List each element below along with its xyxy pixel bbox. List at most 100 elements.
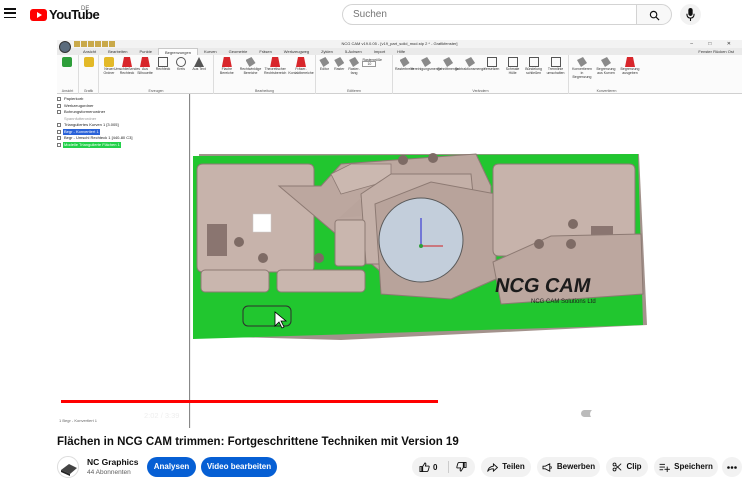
silhouette-icon [140,57,150,67]
ribbon-group-label: Erzeugen [148,89,164,93]
left-slot [207,224,227,256]
ribbon-tabs: Ansicht Bearbeiten Punkte Begrenzungen K… [57,48,742,55]
cutter-contact-button: Fräser-Kontaktbereiche [288,57,314,75]
play-icon[interactable] [70,409,81,421]
text-icon [194,57,204,67]
cam-application-window: NCG CAM v19.0.05 - [v19_part_solid_mod.s… [57,40,742,428]
megaphone-icon [542,462,552,472]
miniplayer-icon[interactable] [664,409,677,420]
video-title: Flächen in NCG CAM trimmen: Fortgeschrit… [57,436,459,448]
subtraction-icon [465,57,476,67]
like-count: 0 [433,463,438,472]
rectangle-icon [158,57,168,67]
edit-video-button[interactable]: Video bearbeiten [201,457,277,477]
ribbon-group-label: Verändern [472,89,489,93]
flat-areas-icon [221,57,232,67]
search-button[interactable] [636,4,672,25]
app-workspace: Papierkorb Werkzeugordner Bohrungsformen… [57,94,742,428]
thumbs-up-icon[interactable] [419,462,430,472]
theoretical-area-icon [270,57,281,67]
ribbon-tab-active: Begrenzungen [157,48,198,55]
menu-icon[interactable] [4,8,16,18]
analytics-button[interactable]: Analysen [147,457,196,477]
ncg-app-logo-icon [59,41,71,53]
toggle-separator-icon [550,57,561,67]
grid-icon [334,57,345,67]
view-cube-icon [62,57,72,67]
player-controls: 2:02 / 3:39 CC [57,404,742,428]
ribbon-group-modify: Rasterbreite Vereinigungsmenge Schnittme… [393,55,569,94]
clip-button[interactable]: Clip [606,457,648,477]
more-actions-button[interactable] [722,457,742,477]
ribbon-group-label: Bearbeitung [255,89,274,93]
progress-bar[interactable] [61,400,738,403]
channel-avatar[interactable] [57,456,79,478]
curves-icon [601,57,611,67]
grid-width-icon [399,57,410,67]
rectangular-areas-icon [245,57,256,67]
theater-mode-icon[interactable] [690,409,704,420]
bounding-rectangle-button: Umschließendes Rechteck [114,57,140,75]
ribbon-group-label: Grafik [83,89,94,93]
ribbon-group-create: Neuer Ordner Umschließendes Rechteck Aus… [99,55,214,94]
ribbon-tab: Kurven [203,49,217,54]
save-button[interactable]: Speichern [654,457,718,477]
like-dislike-group: 0 [412,457,475,477]
flat-areas-button: Flache Bereiche [216,57,238,75]
video-player[interactable]: NCG CAM v19.0.05 - [v19_part_solid_mod.s… [57,40,742,428]
playlist-add-icon [659,463,671,472]
search-input[interactable] [342,4,636,25]
ribbon-toolbar: Ansicht Grafik Neuer Ordner Umschließend… [57,55,742,94]
voice-search-button[interactable] [680,4,701,25]
theoretical-area-button: Theoretischer Rechtsbereich [263,57,287,75]
search-icon [649,10,660,21]
svg-text:NCG CAM Solutions Ltd: NCG CAM Solutions Ltd [531,299,596,305]
graphics-button [81,57,96,67]
editor-button: Editor [318,57,331,71]
offset-button: Versetzen [482,57,501,71]
ribbon-tab-right: Fenster Rücken Ost [698,49,734,54]
ribbon-group-graphics: Grafik [79,55,99,94]
share-button[interactable]: Teilen [481,457,531,477]
from-silhouette-button: Aus Silhouette [137,57,153,75]
graphics-icon [83,57,94,67]
offset-icon [486,57,497,67]
close-bundle-button: Bündelung schließen [524,57,543,75]
ribbon-group-label: Ansicht [61,89,74,93]
union-icon [421,57,432,67]
project-tree: Papierkorb Werkzeugordner Bohrungsformen… [57,94,190,428]
autoplay-toggle[interactable] [581,408,600,419]
volume-icon[interactable] [120,409,132,420]
narrow-hull-icon [507,57,518,67]
convert-icon [577,57,587,67]
output-boundary-button: Begrenzung ausgeben [619,57,641,75]
settings-gear-icon[interactable] [638,409,650,421]
graphics-viewport: NCG CAM NCG CAM Solutions Ltd [191,94,742,428]
promote-button[interactable]: Bewerben [537,457,600,477]
ribbon-group-view: Ansicht [57,55,79,94]
bottom-left-strip [200,269,270,293]
narrow-hull-button: Schmale Hülle [503,57,522,75]
grid-snap-button: Raster-fang [348,57,361,75]
more-horizontal-icon [727,466,737,469]
thumbs-down-icon[interactable] [456,462,467,472]
grid-snap-icon [349,57,360,67]
youtube-wordmark: YouTube [49,7,100,22]
output-icon [625,57,635,67]
rectangle-button: Rechteck [155,57,171,71]
quick-access-toolbar [74,41,115,47]
channel-name[interactable]: NC Graphics [87,457,139,467]
ribbon-group-convert: Konvertieren in Begrenzung Begrenzung au… [569,55,644,94]
ribbon-tab: Geometrie [228,49,248,54]
editor-icon [319,57,330,67]
next-icon[interactable] [95,409,106,420]
fullscreen-icon[interactable] [717,409,729,421]
circle-button: Kreis [173,57,189,71]
search-bar [342,4,672,25]
rectangular-areas-button: Rechtwinklige Bereiche [240,57,262,75]
ribbon-group-edit: Editor Raster Raster-fang Rastergröße 10… [316,55,393,94]
ribbon-tab: Import [373,49,386,54]
ribbon-group-machining: Flache Bereiche Rechtwinklige Bereiche T… [214,55,316,94]
boundary-from-curves-button: Begrenzung aus Kurven [595,57,617,75]
subtitles-button[interactable]: CC [612,408,626,418]
